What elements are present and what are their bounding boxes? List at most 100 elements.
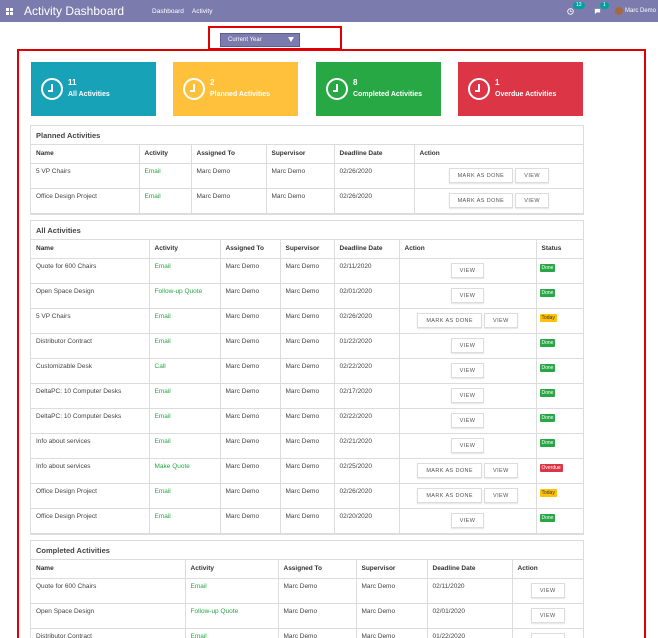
messages-menu[interactable]: 1	[594, 1, 609, 15]
cell-actions: VIEW	[512, 603, 583, 629]
status-badge: Today	[539, 313, 557, 322]
cell-status: Today	[536, 308, 583, 334]
cell-assigned-to: Marc Demo	[278, 628, 357, 638]
card-overdue-activities[interactable]: 1 Overdue Activities	[458, 62, 583, 116]
completed-activities-panel: Completed Activities Name Activity Assig…	[30, 540, 584, 638]
view-button[interactable]: VIEW	[450, 287, 485, 303]
view-button[interactable]: VIEW	[450, 337, 485, 353]
clock-icon	[326, 78, 348, 100]
cell-actions: VIEW	[399, 508, 537, 534]
view-button[interactable]: VIEW	[530, 632, 565, 638]
cell-actions: MARK AS DONE VIEW	[414, 188, 583, 214]
view-button[interactable]: VIEW	[450, 437, 485, 453]
cell-actions: VIEW	[512, 628, 583, 638]
message-count-badge: 1	[599, 1, 609, 9]
cell-activity: Email	[139, 163, 192, 189]
table-row: DeltaPC: 10 Computer Desks Email Marc Demo…	[31, 383, 583, 409]
view-button[interactable]: VIEW	[450, 512, 485, 528]
cell-status: Done	[536, 283, 583, 309]
view-button[interactable]: VIEW	[450, 362, 485, 378]
cell-name: Quote for 600 Chairs	[31, 258, 150, 284]
table-row: Office Design Project Email Marc Demo Marc …	[31, 483, 583, 509]
planned-activities-table: Name Activity Assigned To Supervisor Dea…	[31, 145, 583, 214]
avatar	[614, 7, 623, 15]
cell-assigned-to: Marc Demo	[278, 603, 357, 629]
card-completed-activities[interactable]: 8 Completed Activities	[316, 62, 441, 116]
period-select[interactable]: Current Year	[220, 33, 300, 47]
cell-activity: Call	[149, 358, 221, 384]
cell-actions: MARK AS DONE VIEW	[414, 163, 583, 189]
mark-as-done-button[interactable]: MARK AS DONE	[417, 462, 482, 478]
view-button[interactable]: VIEW	[484, 462, 518, 478]
mark-as-done-button[interactable]: MARK AS DONE	[417, 487, 482, 503]
cell-assigned-to: Marc Demo	[220, 483, 281, 509]
col-header-supervisor: Supervisor	[280, 240, 335, 259]
table-header-row: Name Activity Assigned To Supervisor Dea…	[31, 240, 583, 259]
cell-supervisor: Marc Demo	[280, 458, 335, 484]
view-button[interactable]: VIEW	[515, 192, 549, 208]
cell-name: DeltaPC: 10 Computer Desks	[31, 408, 150, 434]
col-header-action: Action	[512, 560, 583, 579]
card-planned-activities[interactable]: 2 Planned Activities	[173, 62, 298, 116]
cell-supervisor: Marc Demo	[356, 628, 428, 638]
cell-assigned-to: Marc Demo	[220, 283, 281, 309]
view-button[interactable]: VIEW	[450, 412, 485, 428]
status-badge: Done	[539, 338, 556, 347]
cell-assigned-to: Marc Demo	[220, 408, 281, 434]
cell-assigned-to: Marc Demo	[220, 333, 281, 359]
cell-deadline: 01/22/2020	[334, 333, 400, 359]
apps-grid-icon[interactable]	[4, 6, 14, 16]
activity-count-badge: 13	[572, 1, 585, 9]
cell-status: Done	[536, 383, 583, 409]
mark-as-done-button[interactable]: MARK AS DONE	[417, 312, 482, 328]
cell-activity: Follow-up Quote	[185, 603, 279, 629]
clock-icon	[567, 7, 574, 15]
cell-deadline: 02/26/2020	[334, 308, 400, 334]
mark-as-done-button[interactable]: MARK AS DONE	[448, 167, 514, 183]
cell-name: 5 VP Chairs	[31, 163, 140, 189]
cell-supervisor: Marc Demo	[280, 433, 335, 459]
nav-item-activity[interactable]: Activity	[192, 8, 213, 15]
view-button[interactable]: VIEW	[450, 262, 485, 278]
view-button[interactable]: VIEW	[484, 312, 518, 328]
nav-item-dashboard[interactable]: Dashboard	[152, 8, 184, 15]
user-menu[interactable]: Marc Demo	[614, 7, 656, 15]
cell-name: Open Space Design	[31, 603, 186, 629]
table-row: Office Design Project Email Marc Demo Marc …	[31, 188, 583, 214]
cell-actions: VIEW	[399, 358, 537, 384]
cell-deadline: 02/01/2020	[427, 603, 513, 629]
view-button[interactable]: VIEW	[530, 607, 565, 623]
table-row: Quote for 600 Chairs Email Marc Demo Marc D…	[31, 578, 583, 604]
status-badge: Today	[539, 488, 557, 497]
cell-supervisor: Marc Demo	[356, 578, 428, 604]
cell-deadline: 02/20/2020	[334, 508, 400, 534]
completed-activities-table: Name Activity Assigned To Supervisor Dea…	[31, 560, 583, 638]
col-header-deadline: Deadline Date	[334, 145, 415, 164]
card-count: 1	[495, 78, 500, 87]
cell-activity: Email	[185, 578, 279, 604]
col-header-deadline: Deadline Date	[334, 240, 400, 259]
planned-activities-panel: Planned Activities Name Activity Assigne…	[30, 125, 584, 215]
activity-menu[interactable]: 13	[567, 1, 585, 15]
col-header-activity: Activity	[149, 240, 221, 259]
table-row: DeltaPC: 10 Computer Desks Email Marc Demo…	[31, 408, 583, 434]
cell-status: Done	[536, 358, 583, 384]
view-button[interactable]: VIEW	[515, 167, 549, 183]
panel-title: Planned Activities	[31, 126, 583, 145]
cell-assigned-to: Marc Demo	[220, 458, 281, 484]
mark-as-done-button[interactable]: MARK AS DONE	[448, 192, 514, 208]
cell-activity: Email	[149, 483, 221, 509]
table-header-row: Name Activity Assigned To Supervisor Dea…	[31, 560, 583, 579]
navbar-right: 13 1 Marc Demo	[567, 0, 656, 22]
cell-actions: MARK AS DONE VIEW	[399, 458, 537, 484]
cell-activity: Email	[149, 383, 221, 409]
view-button[interactable]: VIEW	[484, 487, 518, 503]
cell-supervisor: Marc Demo	[280, 258, 335, 284]
table-row: 5 VP Chairs Email Marc Demo Marc Demo 02/26/…	[31, 308, 583, 334]
view-button[interactable]: VIEW	[530, 582, 565, 598]
card-all-activities[interactable]: 11 All Activities	[31, 62, 156, 116]
view-button[interactable]: VIEW	[450, 387, 485, 403]
cell-actions: VIEW	[399, 258, 537, 284]
cell-name: Office Design Project	[31, 483, 150, 509]
panel-title: Completed Activities	[31, 541, 583, 560]
